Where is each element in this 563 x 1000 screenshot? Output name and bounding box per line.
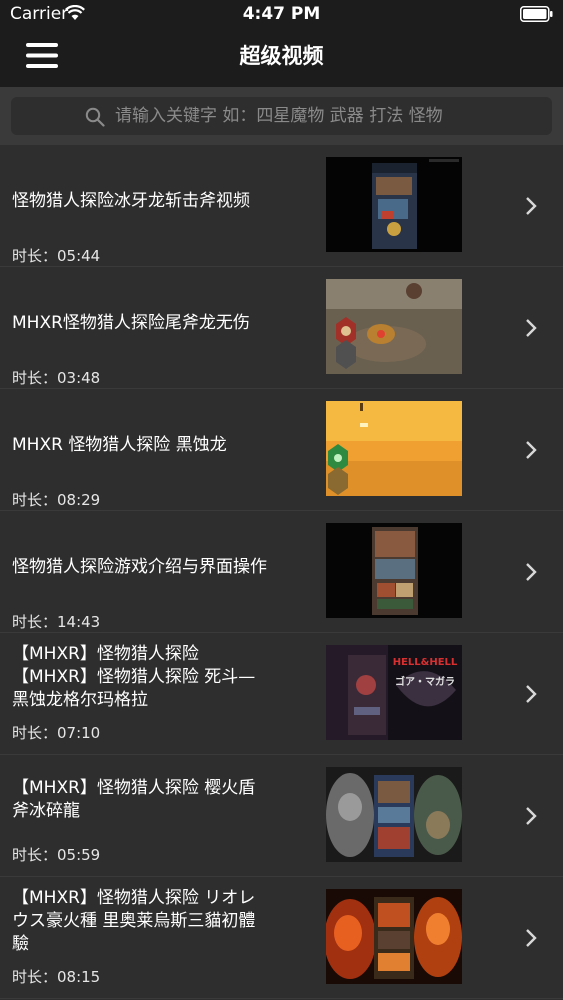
video-duration: 时长：05:59 (12, 846, 101, 864)
chevron-right-icon (526, 929, 537, 947)
chevron-right-icon (526, 563, 537, 581)
status-time: 4:47 PM (242, 4, 321, 24)
video-thumbnail (326, 523, 462, 618)
video-list-item[interactable]: MHXR 怪物猎人探险 黑蚀龙 时长：08:29 (0, 389, 563, 511)
chevron-right-icon (526, 319, 537, 337)
video-title: MHXR怪物猎人探险尾斧龙无伤 (12, 313, 250, 333)
video-title: MHXR 怪物猎人探险 黑蚀龙 (12, 435, 227, 455)
video-duration: 时长：03:48 (12, 369, 101, 387)
battery-icon (520, 6, 553, 22)
navigation-header: Carrier 4:47 PM 超级视频 (0, 0, 563, 87)
video-thumbnail: HELL&HELL ゴア・マガラ (326, 645, 462, 740)
video-list-item[interactable]: 【MHXR】怪物猎人探险 リオレ ウス豪火種 里奥莱烏斯三貓初體 驗 时长：08… (0, 877, 563, 999)
video-title: 【MHXR】怪物猎人探险 【MHXR】怪物猎人探险 死斗— 黑蚀龙格尔玛格拉 (12, 644, 256, 710)
video-title: 怪物猎人探险冰牙龙斩击斧视频 (12, 191, 250, 211)
video-thumbnail (326, 279, 462, 374)
video-list-item[interactable]: 【MHXR】怪物猎人探险 【MHXR】怪物猎人探险 死斗— 黑蚀龙格尔玛格拉 时… (0, 633, 563, 755)
search-bar: 请输入关键字 如：四星魔物 武器 打法 怪物 (0, 87, 563, 145)
video-duration: 时长：14:43 (12, 613, 101, 631)
video-thumbnail (326, 157, 462, 252)
video-duration: 时长：05:44 (12, 247, 101, 265)
thumbnail-text-hell: HELL&HELL (393, 657, 458, 668)
video-list-item[interactable]: 怪物猎人探险冰牙龙斩击斧视频 时长：05:44 (0, 145, 563, 267)
video-duration: 时长：08:29 (12, 491, 101, 509)
page-title: 超级视频 (239, 44, 324, 68)
video-list-item[interactable]: 【MHXR】怪物猎人探险 樱火盾 斧冰碎龍 时长：05:59 (0, 755, 563, 877)
thumbnail-text-gore-magala: ゴア・マガラ (395, 675, 455, 688)
video-thumbnail (326, 401, 462, 496)
video-list-item[interactable]: MHXR怪物猎人探险尾斧龙无伤 时长：03:48 (0, 267, 563, 389)
video-duration: 时长：07:10 (12, 724, 101, 742)
video-thumbnail (326, 767, 462, 862)
chevron-right-icon (526, 441, 537, 459)
chevron-right-icon (526, 197, 537, 215)
video-duration: 时长：08:15 (12, 968, 101, 986)
video-list-item[interactable]: 怪物猎人探险游戏介绍与界面操作 时长：14:43 (0, 511, 563, 633)
video-title: 【MHXR】怪物猎人探险 リオレ ウス豪火種 里奥莱烏斯三貓初體 驗 (12, 888, 256, 954)
status-bar: Carrier 4:47 PM (0, 0, 563, 28)
search-input[interactable]: 请输入关键字 如：四星魔物 武器 打法 怪物 (11, 97, 552, 135)
video-thumbnail (326, 889, 462, 984)
search-icon (85, 107, 105, 127)
video-title: 【MHXR】怪物猎人探险 樱火盾 斧冰碎龍 (12, 778, 256, 821)
search-placeholder: 请输入关键字 如：四星魔物 武器 打法 怪物 (115, 106, 443, 126)
chevron-right-icon (526, 807, 537, 825)
video-title: 怪物猎人探险游戏介绍与界面操作 (12, 557, 267, 577)
video-list: 怪物猎人探险冰牙龙斩击斧视频 时长：05:44 MHXR怪物猎人探险尾斧龙无伤 … (0, 145, 563, 999)
chevron-right-icon (526, 685, 537, 703)
